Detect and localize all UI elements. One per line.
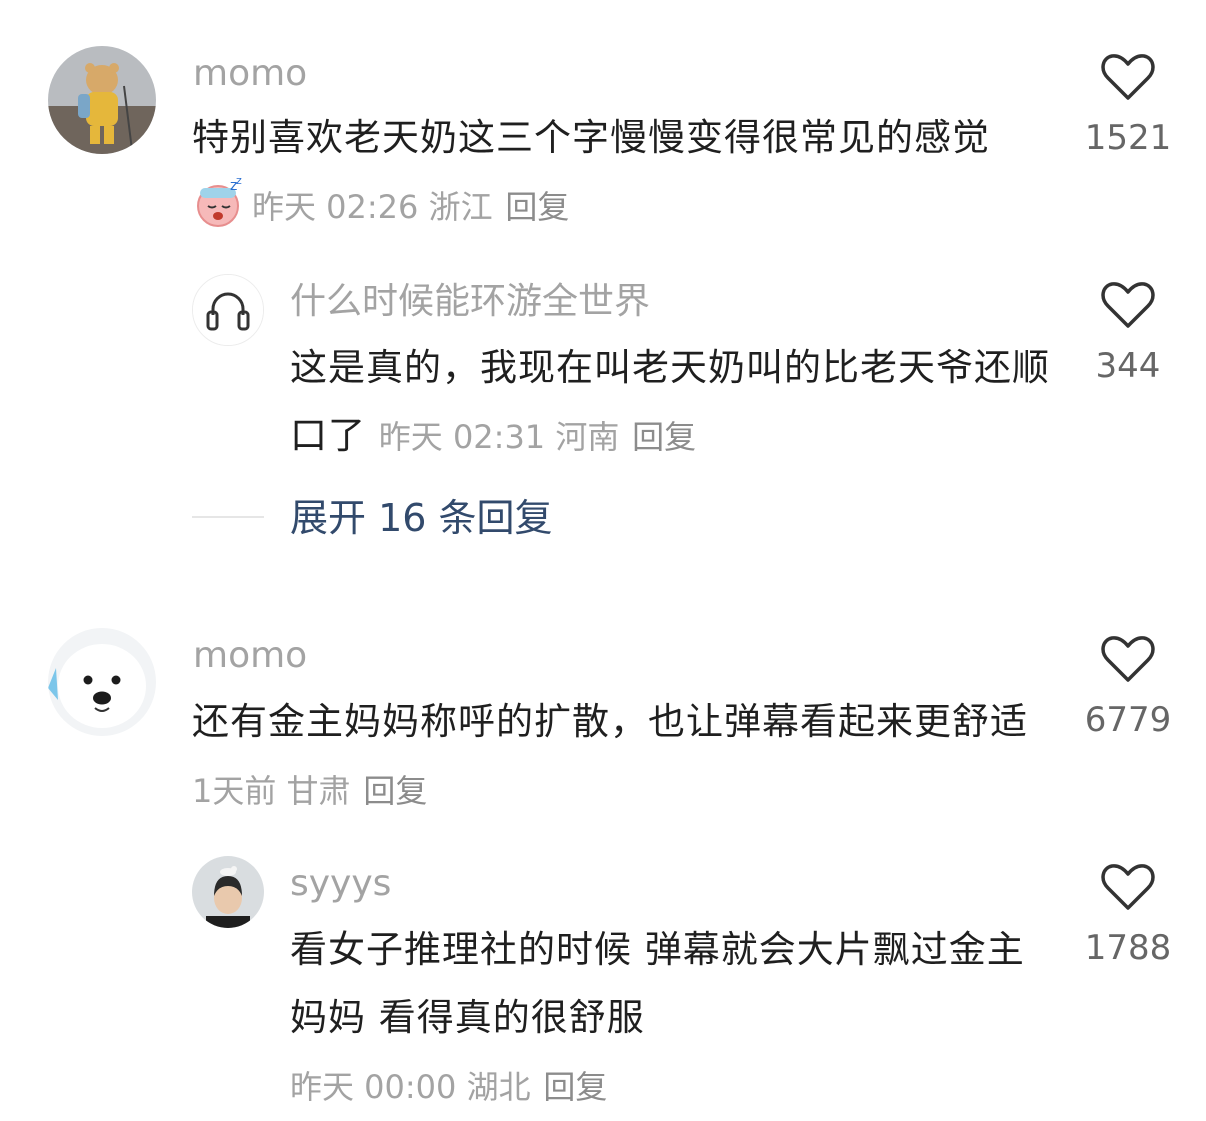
reply-text-block: 看女子推理社的时候 弹幕就会大片飘过金主妈妈 看得真的很舒服 昨天 00:00 … [290,916,1030,1121]
avatar[interactable] [192,856,264,928]
like-area: 6779 [1078,634,1178,740]
reply-button[interactable]: 回复 [505,188,569,226]
comment-username[interactable]: momo [193,634,307,678]
avatar[interactable] [192,274,264,346]
like-count: 1788 [1084,928,1172,968]
reply-text: 看女子推理社的时候 弹幕就会大片飘过金主妈妈 看得真的很舒服 [290,928,1025,1039]
reply-username[interactable]: syyys [290,862,391,906]
comment-text: 特别喜欢老天奶这三个字慢慢变得很常见的感觉 [192,116,990,159]
reply-button[interactable]: 回复 [363,772,427,810]
heart-icon[interactable] [1101,52,1155,102]
comment-meta: 昨天 02:26 浙江 [252,188,493,226]
like-count: 6779 [1084,700,1172,740]
like-area: 344 [1078,280,1178,386]
reply-button[interactable]: 回复 [632,418,696,456]
svg-text:z: z [236,176,243,187]
sleeping-sick-face-emoji-icon: zz [194,174,246,228]
comment-username[interactable]: momo [193,52,307,96]
like-count: 344 [1095,346,1161,386]
avatar[interactable] [48,46,156,154]
comment-text-block: 还有金主妈妈称呼的扩散，也让弹幕看起来更舒适 1天前 甘肃 回复 [192,688,1044,825]
heart-icon[interactable] [1101,634,1155,684]
heart-icon[interactable] [1101,862,1155,912]
reply-button[interactable]: 回复 [543,1068,607,1106]
expand-divider [192,516,264,518]
reply-text-block: 这是真的，我现在叫老天奶叫的比老天爷还顺口了 昨天 02:31 河南 回复 [290,334,1050,471]
avatar[interactable] [48,628,156,736]
reply-meta: 昨天 02:31 河南 [378,418,620,456]
comment-meta: 1天前 甘肃 [192,772,351,810]
comment-text-block: 特别喜欢老天奶这三个字慢慢变得很常见的感觉 z z 昨天 02:26 浙江 回复 [192,104,1044,241]
heart-icon[interactable] [1101,280,1155,330]
expand-replies-button[interactable]: 展开 16 条回复 [290,494,553,542]
like-area: 1521 [1078,52,1178,158]
comment-text: 还有金主妈妈称呼的扩散，也让弹幕看起来更舒适 [192,700,1028,743]
reply-username[interactable]: 什么时候能环游全世界 [290,280,650,324]
like-area: 1788 [1078,862,1178,968]
reply-meta: 昨天 00:00 湖北 [290,1068,531,1106]
like-count: 1521 [1084,118,1172,158]
